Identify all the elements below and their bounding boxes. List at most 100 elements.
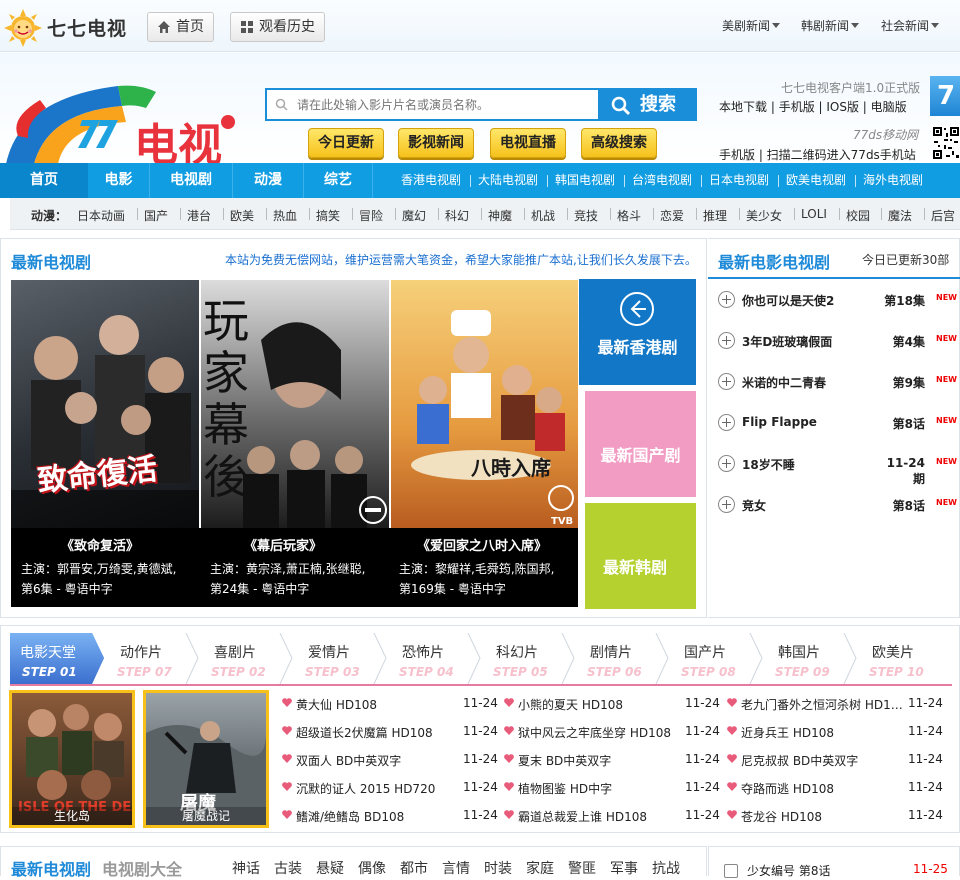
category-item[interactable]: 美少女 xyxy=(746,207,782,224)
show-title-2[interactable]: 《幕后玩家》 xyxy=(244,535,322,554)
advanced-search-button[interactable]: 高级搜索 xyxy=(581,128,657,158)
genre-link[interactable]: 古装 xyxy=(274,858,302,878)
tab-korean[interactable]: 韩国片 STEP 09 xyxy=(762,633,856,684)
nav-korea-tv[interactable]: 韩国电视剧 xyxy=(555,163,615,198)
genre-link[interactable]: 神话 xyxy=(232,858,260,878)
movie-list-item[interactable]: 超级道长2伏魔篇 HD108 11-24 xyxy=(282,724,498,742)
tab-movie-heaven[interactable]: 电影天堂 STEP 01 xyxy=(10,633,104,684)
nav-japan-tv[interactable]: 日本电视剧 xyxy=(709,163,769,198)
category-item[interactable]: 港台 xyxy=(187,207,211,224)
site-logo-text[interactable]: 七七电视 xyxy=(47,14,127,41)
genre-link[interactable]: 都市 xyxy=(400,858,428,878)
list-item[interactable]: 3年D班玻璃假面 第4集 NEW xyxy=(718,331,958,351)
category-item[interactable]: 科幻 xyxy=(445,207,469,224)
genre-link[interactable]: 军事 xyxy=(610,858,638,878)
mobile-site-link[interactable]: 手机版 | 扫描二维码进入77ds手机站 xyxy=(719,146,916,163)
movie-list-item[interactable]: 沉默的证人 2015 HD720 11-24 xyxy=(282,780,498,798)
genre-link[interactable]: 家庭 xyxy=(526,858,554,878)
list-item[interactable]: Flip Flappe 第8话 NEW xyxy=(718,413,958,433)
movie-list-item[interactable]: 双面人 BD中英双字 11-24 xyxy=(282,752,498,770)
tab-action[interactable]: 动作片 STEP 07 xyxy=(104,633,198,684)
search-button[interactable]: 搜索 xyxy=(598,88,697,121)
category-item[interactable]: 推理 xyxy=(703,207,727,224)
category-item[interactable]: 竞技 xyxy=(574,207,598,224)
category-item[interactable]: 欧美 xyxy=(230,207,254,224)
movie-list-item[interactable]: 小熊的夏天 HD108 11-24 xyxy=(504,696,720,714)
home-button[interactable]: 首页 xyxy=(147,12,214,42)
genre-link[interactable]: 警匪 xyxy=(568,858,596,878)
category-item[interactable]: 搞笑 xyxy=(316,207,340,224)
history-button[interactable]: 观看历史 xyxy=(230,12,325,42)
tile-cn-drama[interactable]: 最新国产剧 xyxy=(585,391,696,497)
movie-poster-2[interactable]: 屠魔 屠魔战记 xyxy=(143,690,269,828)
movie-list-item[interactable]: 狱中风云之牢底坐穿 HD108 11-24 xyxy=(504,724,720,742)
movie-list-item[interactable]: 苍龙谷 HD108 11-24 xyxy=(727,808,943,826)
nav-home[interactable]: 首页 xyxy=(0,163,88,198)
movie-list-item[interactable]: 夏末 BD中英双字 11-24 xyxy=(504,752,720,770)
tab-romance[interactable]: 爱情片 STEP 03 xyxy=(292,633,386,684)
show-title-3[interactable]: 《爱回家之八时入席》 xyxy=(417,535,547,554)
nav-variety[interactable]: 综艺 xyxy=(304,163,372,198)
movie-list-item[interactable]: 霸道总裁爱上谁 HD108 11-24 xyxy=(504,808,720,826)
pc-version-link[interactable]: 电脑版 xyxy=(871,100,907,114)
movie-poster-1[interactable]: ISLE OF THE DEAD 生化岛 xyxy=(9,690,135,828)
movie-list-item[interactable]: 老九门番外之恒河杀树 HD1… 11-24 xyxy=(727,696,943,714)
genre-link[interactable]: 言情 xyxy=(442,858,470,878)
mobile-version-link[interactable]: 手机版 xyxy=(779,100,815,114)
list-item[interactable]: 米诺的中二青春 第9集 NEW xyxy=(718,372,958,392)
category-item[interactable]: 魔幻 xyxy=(402,207,426,224)
search-input[interactable] xyxy=(297,94,597,116)
tab-drama[interactable]: 剧情片 STEP 06 xyxy=(574,633,668,684)
tab-scifi[interactable]: 科幻片 STEP 05 xyxy=(480,633,574,684)
category-item[interactable]: 校园 xyxy=(846,207,870,224)
movie-list-item[interactable]: 夺路而逃 HD108 11-24 xyxy=(727,780,943,798)
movie-list-item[interactable]: 鳍滩/绝鳍岛 BD108 11-24 xyxy=(282,808,498,826)
poster-show-1[interactable]: 致命復活 xyxy=(11,280,199,528)
category-item[interactable]: LOLI xyxy=(801,207,827,221)
genre-link[interactable]: 时装 xyxy=(484,858,512,878)
nav-movie[interactable]: 电影 xyxy=(88,163,149,198)
genre-link[interactable]: 抗战 xyxy=(652,858,680,878)
film-news-button[interactable]: 影视新闻 xyxy=(398,128,474,158)
category-item[interactable]: 格斗 xyxy=(617,207,641,224)
movie-list-item[interactable]: 植物图鉴 HD中字 11-24 xyxy=(504,780,720,798)
category-item[interactable]: 恋爱 xyxy=(660,207,684,224)
nav-western-tv[interactable]: 欧美电视剧 xyxy=(786,163,846,198)
app-icon[interactable]: 7 xyxy=(930,76,960,116)
category-item[interactable]: 国产 xyxy=(144,207,168,224)
local-download-link[interactable]: 本地下载 xyxy=(719,100,767,114)
poster-show-2[interactable]: 玩家 幕後 xyxy=(201,280,389,528)
kr-drama-news-menu[interactable]: 韩剧新闻 xyxy=(801,17,860,34)
list-item[interactable]: 你也可以是天使2 第18集 NEW xyxy=(718,290,958,310)
bottom-right-item[interactable]: 少女编号 第8话 xyxy=(747,862,830,879)
tab-comedy[interactable]: 喜剧片 STEP 02 xyxy=(198,633,292,684)
category-item[interactable]: 魔法 xyxy=(888,207,912,224)
show-title-1[interactable]: 《致命复活》 xyxy=(61,535,139,554)
genre-link[interactable]: 悬疑 xyxy=(316,858,344,878)
movie-list-item[interactable]: 近身兵王 HD108 11-24 xyxy=(727,724,943,742)
tab-western[interactable]: 欧美片 STEP 10 xyxy=(856,633,950,684)
movie-list-item[interactable]: 黄大仙 HD108 11-24 xyxy=(282,696,498,714)
tv-live-button[interactable]: 电视直播 xyxy=(490,128,566,158)
us-drama-news-menu[interactable]: 美剧新闻 xyxy=(722,17,781,34)
nav-anime[interactable]: 动漫 xyxy=(233,163,303,198)
nav-overseas-tv[interactable]: 海外电视剧 xyxy=(863,163,923,198)
list-item[interactable]: 竞女 第8话 NEW xyxy=(718,495,958,515)
category-item[interactable]: 热血 xyxy=(273,207,297,224)
movie-list-item[interactable]: 尼克叔叔 BD中英双字 11-24 xyxy=(727,752,943,770)
site-logo[interactable]: 电视 xyxy=(0,78,250,164)
category-item[interactable]: 日本动画 xyxy=(77,207,125,224)
category-item[interactable]: 神魔 xyxy=(488,207,512,224)
nav-hk-tv[interactable]: 香港电视剧 xyxy=(401,163,461,198)
poster-show-3[interactable]: TVB 八時入席 xyxy=(391,280,578,528)
list-item[interactable]: 18岁不睡 11-24期 NEW xyxy=(718,454,958,486)
today-update-button[interactable]: 今日更新 xyxy=(308,128,384,158)
tile-hk-drama[interactable]: 最新香港剧 xyxy=(579,279,696,385)
tab-horror[interactable]: 恐怖片 STEP 04 xyxy=(386,633,480,684)
society-news-menu[interactable]: 社会新闻 xyxy=(881,17,940,34)
nav-mainland-tv[interactable]: 大陆电视剧 xyxy=(478,163,538,198)
genre-link[interactable]: 偶像 xyxy=(358,858,386,878)
tile-kr-drama[interactable]: 最新韩剧 xyxy=(585,503,696,609)
category-item[interactable]: 冒险 xyxy=(359,207,383,224)
ios-version-link[interactable]: IOS版 xyxy=(826,100,859,114)
